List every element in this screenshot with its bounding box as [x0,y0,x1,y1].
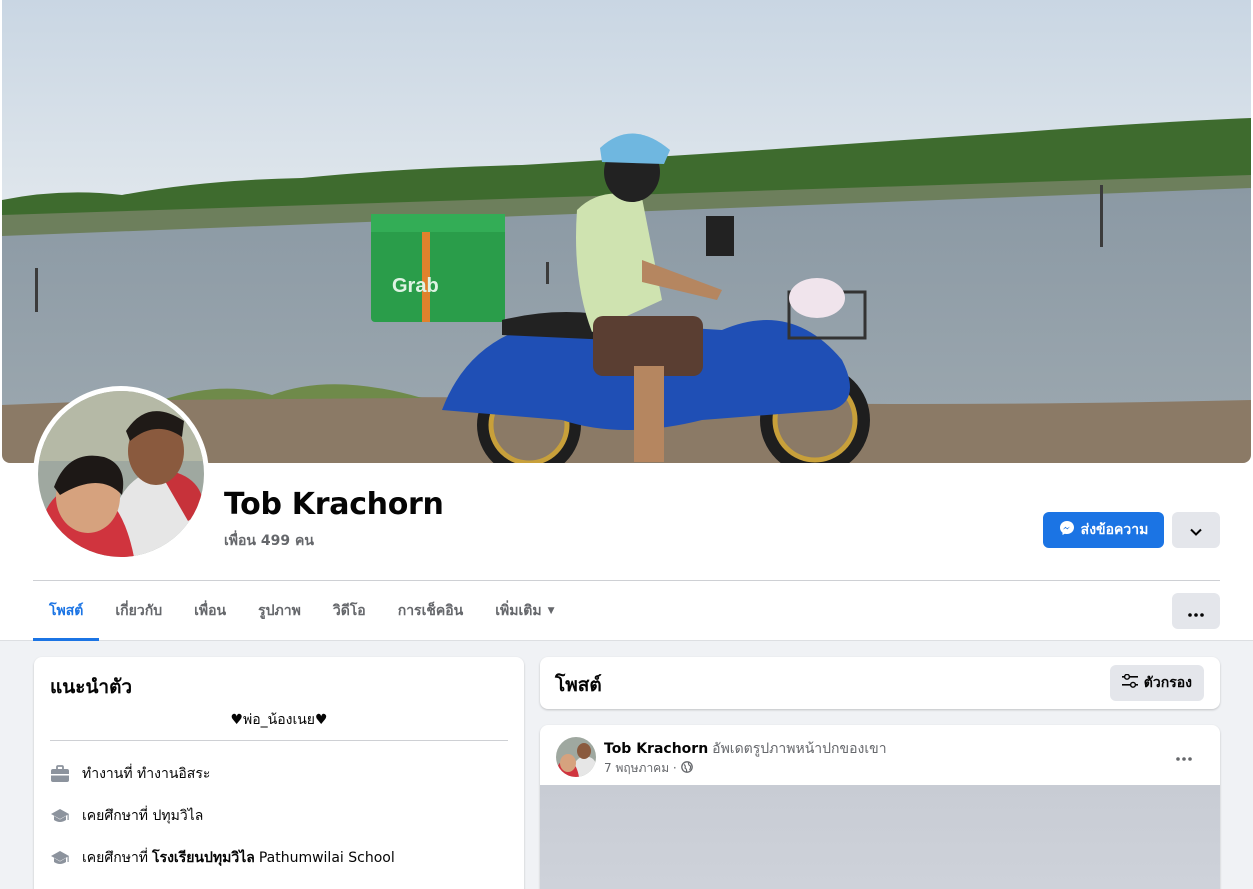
intro-title: แนะนำตัว [50,676,133,698]
intro-item-text: เคยศึกษาที่ [82,850,149,866]
cover-photo[interactable]: Grab [2,0,1251,463]
posts-title: โพสต์ [555,674,602,696]
avatar-image [38,391,204,557]
post-date[interactable]: 7 พฤษภาคม · [604,759,677,778]
tab-posts[interactable]: โพสต์ [33,581,100,641]
tab-label: เพื่อน [194,603,227,619]
post-author-avatar[interactable] [556,737,596,777]
intro-bio: ♥พ่อ_น้องเนย♥ [230,712,328,728]
cover-image: Grab [2,0,1251,463]
tab-more[interactable]: เพิ่มเติม ▼ [479,581,570,641]
post-meta: 7 พฤษภาคม · [604,759,693,778]
tab-label: การเช็คอิน [397,603,464,619]
more-dots-icon [1176,746,1192,765]
tab-friends[interactable]: เพื่อน [178,581,242,641]
more-dots-icon [1188,602,1204,621]
caret-down-icon: ▼ [547,606,555,616]
send-message-label: ส่งข้อความ [1080,522,1149,538]
tab-label: เกี่ยวกับ [115,603,163,619]
post-action-text: อัพเดตรูปภาพหน้าปกของเขา [712,741,887,757]
post-header: Tob Krachorn อัพเดตรูปภาพหน้าปกของเขา [604,738,887,760]
more-options-button[interactable] [1172,593,1220,629]
tab-label: วิดีโอ [332,603,366,619]
send-message-button[interactable]: ส่งข้อความ [1043,512,1164,548]
intro-item-text: เคยศึกษาที่ ปทุมวิไล [82,808,204,824]
school-link[interactable]: โรงเรียนปทุมวิไล [152,847,255,869]
tab-label: รูปภาพ [258,603,301,619]
post-card: Tob Krachorn อัพเดตรูปภาพหน้าปกของเขา 7 พ… [540,725,1220,889]
intro-card: แนะนำตัว ♥พ่อ_น้องเนย♥ ทำงานที่ ทำงานอิส… [34,657,524,889]
graduation-cap-icon [50,806,70,826]
post-image[interactable] [540,785,1220,889]
friend-count[interactable]: เพื่อน 499 คน [224,530,314,552]
tab-about[interactable]: เกี่ยวกับ [99,581,178,641]
profile-tabs: โพสต์ เกี่ยวกับ เพื่อน รูปภาพ วิดีโอ การ… [33,581,571,641]
filter-label: ตัวกรอง [1143,675,1192,691]
grab-logo: Grab [392,275,439,297]
tab-photos[interactable]: รูปภาพ [242,581,317,641]
chevron-down-icon [1190,521,1202,540]
post-author-name[interactable]: Tob Krachorn [604,741,708,757]
post-options-button[interactable] [1166,743,1202,767]
messenger-icon [1059,520,1075,540]
posts-header-card: โพสต์ ตัวกรอง [540,657,1220,709]
intro-item-text: ทำงานที่ ทำงานอิสระ [82,766,211,782]
intro-item-education: เคยศึกษาที่ ปทุมวิไล [50,805,203,827]
filter-icon [1121,673,1138,692]
tab-label: โพสต์ [49,603,84,619]
intro-item-work: ทำงานที่ ทำงานอิสระ [50,763,210,785]
profile-name: Tob Krachorn [224,487,444,522]
intro-item-school: เคยศึกษาที่ โรงเรียนปทุมวิไล Pathumwilai… [50,847,395,869]
tab-checkins[interactable]: การเช็คอิน [382,581,480,641]
tab-label: เพิ่มเติม [495,603,542,619]
school-name-en[interactable]: Pathumwilai School [259,850,395,866]
tab-videos[interactable]: วิดีโอ [317,581,382,641]
profile-avatar[interactable] [33,386,209,562]
briefcase-icon [50,764,70,784]
intro-divider [50,740,508,741]
graduation-cap-icon [50,848,70,868]
profile-options-dropdown[interactable] [1172,512,1220,548]
filter-button[interactable]: ตัวกรอง [1109,665,1204,701]
globe-icon [680,761,693,776]
